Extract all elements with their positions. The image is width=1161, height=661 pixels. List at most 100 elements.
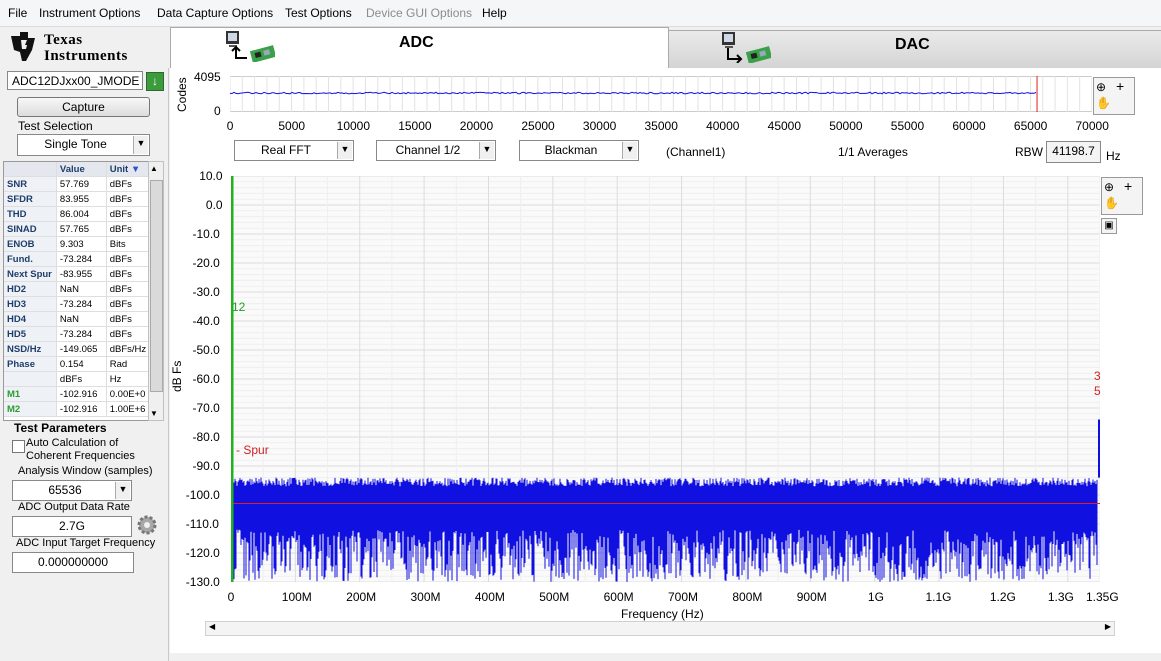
results-scrollbar[interactable]: ▲ ▼ bbox=[148, 161, 164, 421]
scrollbar-thumb[interactable] bbox=[150, 180, 163, 392]
top-plot-tools: ⊕ + ✋ bbox=[1093, 77, 1135, 115]
main-x-tick: 500M bbox=[539, 590, 569, 604]
header-name bbox=[4, 162, 56, 177]
menu-data-capture-options[interactable]: Data Capture Options bbox=[157, 6, 273, 20]
top-x-tick: 50000 bbox=[829, 119, 862, 133]
main-x-tick: 1.1G bbox=[925, 590, 951, 604]
capture-button[interactable]: Capture bbox=[17, 97, 150, 117]
table-row[interactable]: HD5 -73.284 dBFs bbox=[4, 327, 150, 342]
table-row[interactable]: HD2 NaN dBFs bbox=[4, 282, 150, 297]
table-row[interactable]: SINAD 57.765 dBFs bbox=[4, 222, 150, 237]
result-value: -73.284 bbox=[56, 327, 106, 342]
main-y-tick: -30.0 bbox=[193, 285, 220, 299]
table-row[interactable]: SFDR 83.955 dBFs bbox=[4, 192, 150, 207]
main-x-tick: 0 bbox=[228, 590, 235, 604]
main-plot-xlabel: Frequency (Hz) bbox=[621, 607, 704, 621]
header-value: Value bbox=[56, 162, 106, 177]
sort-down-icon: ▼ bbox=[131, 164, 140, 175]
chevron-down-icon: ▼ bbox=[115, 482, 130, 499]
table-row[interactable]: SNR 57.769 dBFs bbox=[4, 177, 150, 192]
table-row[interactable]: HD4 NaN dBFs bbox=[4, 312, 150, 327]
result-unit: Hz bbox=[106, 372, 149, 387]
auto-calc-checkbox[interactable] bbox=[12, 440, 25, 453]
scroll-down-icon[interactable]: ▼ bbox=[150, 409, 158, 418]
fft-type-dropdown[interactable]: Real FFT ▼ bbox=[234, 140, 354, 161]
output-rate-label: ADC Output Data Rate bbox=[18, 501, 130, 513]
menu-device-gui-options[interactable]: Device GUI Options bbox=[366, 6, 472, 20]
result-value: 9.303 bbox=[56, 237, 106, 252]
test-selection-label: Test Selection bbox=[18, 119, 93, 133]
result-name: NSD/Hz bbox=[4, 342, 56, 357]
time-domain-plot[interactable] bbox=[230, 76, 1092, 112]
table-row[interactable]: HD3 -73.284 dBFs bbox=[4, 297, 150, 312]
gear-icon[interactable] bbox=[136, 514, 158, 536]
pan-hand-icon[interactable]: ✋ bbox=[1104, 196, 1119, 210]
tab-dac[interactable]: DAC bbox=[668, 30, 1161, 69]
top-x-tick: 15000 bbox=[398, 119, 431, 133]
result-name: Fund. bbox=[4, 252, 56, 267]
test-selection-dropdown[interactable]: Single Tone ▼ bbox=[17, 134, 150, 156]
main-plot-ylabel: dB Fs bbox=[170, 361, 184, 392]
spur-marker-label: - Spur bbox=[236, 443, 269, 457]
tab-adc[interactable]: ADC bbox=[170, 27, 669, 68]
table-row[interactable]: Next Spur -83.955 dBFs bbox=[4, 267, 150, 282]
rbw-label: RBW bbox=[1015, 145, 1043, 159]
top-x-tick: 65000 bbox=[1014, 119, 1047, 133]
channel-dropdown[interactable]: Channel 1/2 ▼ bbox=[376, 140, 496, 161]
channel-value: Channel 1/2 bbox=[396, 143, 461, 157]
table-row[interactable]: M1 -102.916 0.00E+0 bbox=[4, 387, 150, 402]
tab-dac-label: DAC bbox=[895, 36, 930, 54]
top-x-tick: 45000 bbox=[768, 119, 801, 133]
result-unit: dBFs bbox=[106, 312, 149, 327]
scroll-left-icon[interactable]: ◀ bbox=[209, 622, 215, 631]
device-selector[interactable]: ADC12DJxx00_JMODE bbox=[7, 71, 143, 90]
table-row[interactable]: dBFs Hz bbox=[4, 372, 150, 387]
output-rate-field[interactable]: 2.7G bbox=[12, 516, 132, 537]
scroll-up-icon[interactable]: ▲ bbox=[150, 164, 158, 173]
result-unit: 1.00E+6 bbox=[106, 402, 149, 417]
result-unit: Rad bbox=[106, 357, 149, 372]
table-row[interactable]: NSD/Hz -149.065 dBFs/Hz bbox=[4, 342, 150, 357]
table-row[interactable]: Phase 0.154 Rad bbox=[4, 357, 150, 372]
scroll-right-icon[interactable]: ▶ bbox=[1105, 622, 1111, 631]
table-row[interactable]: M2 -102.916 1.00E+6 bbox=[4, 402, 150, 417]
cursor-cross-icon[interactable]: + bbox=[1116, 78, 1124, 94]
result-unit: Bits bbox=[106, 237, 149, 252]
analysis-window-dropdown[interactable]: 65536 ▼ bbox=[12, 480, 132, 501]
main-y-tick: 0.0 bbox=[206, 198, 223, 212]
analysis-window-value: 65536 bbox=[48, 483, 81, 497]
marker-left-label: 12 bbox=[232, 300, 245, 314]
table-row[interactable]: THD 86.004 dBFs bbox=[4, 207, 150, 222]
result-name: Next Spur bbox=[4, 267, 56, 282]
table-row[interactable]: ENOB 9.303 Bits bbox=[4, 237, 150, 252]
main-y-tick: -40.0 bbox=[193, 314, 220, 328]
main-x-tick: 300M bbox=[411, 590, 441, 604]
tab-adc-label: ADC bbox=[399, 34, 434, 52]
ti-logo-icon bbox=[8, 30, 38, 64]
zoom-icon[interactable]: ⊕ bbox=[1104, 180, 1114, 194]
menu-test-options[interactable]: Test Options bbox=[285, 6, 352, 20]
export-icon[interactable]: ▣ bbox=[1101, 218, 1117, 234]
menu-file[interactable]: File bbox=[8, 6, 27, 20]
download-arrow-icon[interactable]: ↓ bbox=[146, 72, 164, 91]
cursor-cross-icon[interactable]: + bbox=[1124, 178, 1132, 194]
results-table: Value Unit ▼ SNR 57.769 dBFs SFDR 83.955 dBFs… bbox=[3, 161, 151, 421]
result-name: ENOB bbox=[4, 237, 56, 252]
menu-help[interactable]: Help bbox=[482, 6, 507, 20]
spur-text: Spur bbox=[243, 443, 268, 457]
input-freq-field[interactable]: 0.000000000 bbox=[12, 552, 134, 573]
result-unit: dBFs bbox=[106, 222, 149, 237]
test-parameters-title: Test Parameters bbox=[14, 421, 107, 435]
window-dropdown[interactable]: Blackman ▼ bbox=[519, 140, 639, 161]
main-y-tick: -120.0 bbox=[186, 546, 220, 560]
main-y-tick: -130.0 bbox=[186, 575, 220, 589]
plot-horizontal-scrollbar[interactable]: ◀ ▶ bbox=[205, 621, 1115, 636]
pan-hand-icon[interactable]: ✋ bbox=[1096, 96, 1111, 110]
top-x-tick: 40000 bbox=[706, 119, 739, 133]
top-x-tick: 20000 bbox=[460, 119, 493, 133]
header-unit[interactable]: Unit ▼ bbox=[106, 162, 149, 177]
menu-instrument-options[interactable]: Instrument Options bbox=[39, 6, 140, 20]
table-row[interactable]: Fund. -73.284 dBFs bbox=[4, 252, 150, 267]
zoom-icon[interactable]: ⊕ bbox=[1096, 80, 1106, 94]
fft-plot[interactable] bbox=[231, 176, 1100, 582]
